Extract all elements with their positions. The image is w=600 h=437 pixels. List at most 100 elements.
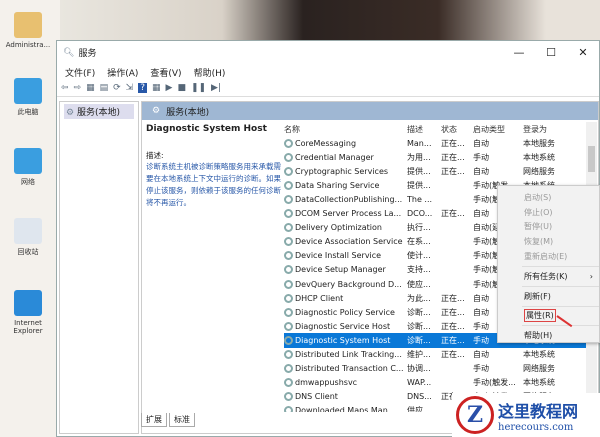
console-tree-icon[interactable]: ▦ [86, 83, 95, 93]
table-cell: Credential Manager [284, 152, 407, 162]
desktop-icon[interactable]: 回收站 [0, 218, 56, 257]
table-cell: DCOM Server Process La... [284, 209, 407, 219]
desktop-icon[interactable]: Administra... [0, 12, 56, 49]
services-icon: 🔍︎ [63, 47, 75, 58]
tab-standard[interactable]: 标准 [169, 413, 195, 427]
scrollbar-thumb[interactable] [588, 146, 595, 172]
table-cell: Distributed Link Tracking... [284, 350, 407, 360]
table-cell: Diagnostic Service Host [284, 321, 407, 331]
context-menu-item: 重新启动(E) [498, 249, 599, 264]
table-row[interactable]: Cryptographic Services 提供... 正在... 自动 网络服务 [284, 164, 587, 178]
back-icon[interactable]: ⇦ [61, 83, 69, 93]
service-gear-icon [284, 195, 293, 205]
menu-view[interactable]: 查看(V) [150, 66, 181, 79]
service-name: DCOM Server Process La... [295, 209, 402, 219]
pause-icon[interactable]: ❚❚ [191, 83, 206, 93]
context-menu-item[interactable]: 帮助(H) [498, 328, 599, 343]
service-gear-icon [284, 223, 293, 233]
table-cell: Device Install Service [284, 251, 407, 261]
desktop-icon-label: 此电脑 [17, 108, 39, 116]
watermark-logo: Z [456, 396, 494, 434]
column-header[interactable]: 描述 [407, 124, 441, 135]
table-cell: 支持... [407, 265, 431, 275]
menu-item-label: 属性(R) [524, 309, 556, 323]
table-cell: 使计... [407, 251, 431, 261]
desktop-icon[interactable]: 此电脑 [0, 78, 56, 117]
menu-separator [522, 265, 599, 267]
service-name: Downloaded Maps Man... [295, 406, 396, 412]
table-cell: 诊断... [407, 335, 431, 345]
table-cell: 提供... [407, 166, 431, 176]
desktop-wallpaper [60, 0, 600, 45]
column-header[interactable]: 启动类型 [473, 124, 523, 135]
title-bar: 🔍︎ 服务 — ☐ ✕ [57, 41, 599, 64]
service-gear-icon [284, 265, 293, 275]
table-cell: 网络服务 [523, 364, 555, 374]
context-menu-item[interactable]: 所有任务(K) › [498, 269, 599, 284]
show-pane-icon[interactable]: ▦ [152, 83, 161, 93]
table-row[interactable]: Credential Manager 为用... 正在... 手动 本地系统 [284, 150, 587, 164]
service-name: Distributed Transaction C... [295, 364, 404, 374]
table-cell: Downloaded Maps Man... [284, 406, 407, 412]
service-name: DHCP Client [295, 293, 344, 303]
table-cell: 提供... [407, 180, 431, 190]
properties-view-icon[interactable]: ▤ [100, 83, 109, 93]
restart-icon[interactable]: ▶| [211, 83, 221, 93]
context-menu-item[interactable]: 刷新(F) [498, 289, 599, 304]
pane-header-title: 服务(本地) [166, 107, 210, 118]
menu-action[interactable]: 操作(A) [107, 66, 138, 79]
menu-file[interactable]: 文件(F) [65, 66, 95, 79]
service-name: Cryptographic Services [295, 166, 389, 176]
pane-header: ⚙ 服务(本地) [142, 102, 598, 120]
table-row[interactable]: dmwappushsvc WAP... 手动(触发... 本地系统 [284, 376, 587, 390]
column-header[interactable]: 登录为 [523, 124, 583, 135]
table-cell: 本地系统 [523, 350, 555, 360]
table-cell: 执行... [407, 223, 431, 233]
table-row[interactable]: CoreMessaging Man... 正在... 自动 本地服务 [284, 136, 587, 150]
stop-icon[interactable]: ■ [177, 83, 186, 93]
service-gear-icon [284, 307, 293, 317]
menu-item-label: 停止(O) [524, 207, 553, 217]
tab-extended[interactable]: 扩展 [141, 413, 167, 427]
column-header[interactable]: 名称 [284, 124, 407, 135]
service-gear-icon [284, 406, 293, 412]
table-cell: WAP... [407, 378, 432, 388]
close-button[interactable]: ✕ [567, 46, 599, 59]
table-cell: 正在... [441, 335, 465, 345]
menu-item-label: 所有任务(K) [524, 271, 568, 281]
maximize-button[interactable]: ☐ [535, 46, 567, 59]
menu-separator [522, 305, 599, 307]
table-cell: 维护... [407, 350, 431, 360]
export-icon[interactable]: ⇲ [126, 83, 134, 93]
minimize-button[interactable]: — [503, 46, 535, 59]
table-cell: 本地系统 [523, 378, 555, 388]
context-menu-item: 暂停(U) [498, 220, 599, 235]
tree-item-services-local[interactable]: ⚙ 服务(本地) [64, 104, 134, 119]
table-cell: 网络服务 [523, 166, 555, 176]
table-cell: 自动 [473, 350, 489, 360]
help-icon[interactable]: ? [138, 83, 147, 93]
service-name: Credential Manager [295, 152, 374, 162]
desktop-icon[interactable]: 网络 [0, 148, 56, 187]
table-row[interactable]: Distributed Transaction C... 协调... 手动 网络服务 [284, 362, 587, 376]
table-row[interactable]: Distributed Link Tracking... 维护... 正在... 自动… [284, 348, 587, 362]
service-name: Diagnostic System Host [146, 124, 267, 134]
menu-separator [522, 285, 599, 287]
table-cell: 为用... [407, 152, 431, 162]
menu-separator [522, 325, 599, 327]
forward-icon[interactable]: ⇨ [74, 83, 82, 93]
table-cell: CoreMessaging [284, 138, 407, 148]
desktop-icon[interactable]: Internet Explorer [0, 290, 56, 335]
window-title: 服务 [78, 49, 97, 59]
table-cell: 在系... [407, 237, 431, 247]
context-menu-item[interactable]: 属性(R) [498, 309, 599, 324]
refresh-icon[interactable]: ⟳ [113, 83, 121, 93]
menu-help[interactable]: 帮助(H) [194, 66, 226, 79]
table-cell: The ... [407, 195, 433, 205]
column-header[interactable]: 状态 [441, 124, 473, 135]
table-cell: 自动 [473, 166, 489, 176]
watermark-url: herecours.com [498, 421, 574, 433]
service-gear-icon [284, 364, 293, 374]
watermark-title: 这里教程网 [498, 401, 579, 421]
start-icon[interactable]: ▶ [166, 83, 173, 93]
